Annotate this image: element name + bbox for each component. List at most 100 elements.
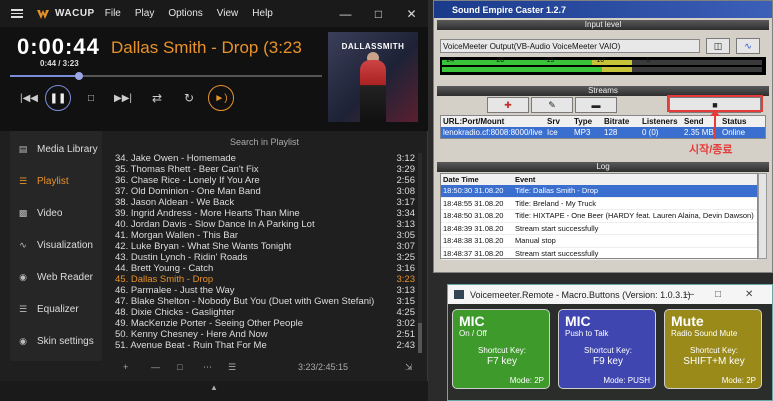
playlist-row[interactable]: 45. Dallas Smith - Drop 3:23 bbox=[115, 274, 415, 285]
playlist-panel: Search in Playlist 34. Jake Owen - Homem… bbox=[107, 135, 422, 357]
stop-icon[interactable]: □ bbox=[78, 85, 104, 111]
macro-button-name: Mute bbox=[671, 313, 704, 329]
menu-view[interactable]: View bbox=[217, 8, 239, 19]
macro-button[interactable]: Mute Radio Sound Mute Shortcut Key: SHIFT+M… bbox=[664, 309, 762, 389]
sidebar-item-skin-settings[interactable]: ◉ Skin settings bbox=[10, 325, 102, 357]
shuffle-icon[interactable]: ⇄ bbox=[144, 85, 170, 111]
scrollbar-thumb[interactable] bbox=[418, 323, 422, 353]
sidebar-item-web-reader[interactable]: ◉ Web Reader bbox=[10, 261, 102, 293]
log-row[interactable]: 18:48:50 31.08.20 Title: HIXTAPE - One Be… bbox=[441, 210, 757, 223]
seek-bar[interactable] bbox=[10, 72, 322, 80]
table-row[interactable]: lenokradio.cf:8008:8000/live Ice MP3 128… bbox=[441, 127, 765, 138]
playlist-row-duration: 3:05 bbox=[396, 230, 416, 241]
sidebar-item-video[interactable]: ▩ Video bbox=[10, 197, 102, 229]
remove-icon[interactable]: — bbox=[151, 362, 160, 372]
pause-button[interactable]: ❚❚ bbox=[45, 85, 71, 111]
wacup-window: WACUP File Play Options View Help — □ ✕ … bbox=[0, 0, 428, 401]
sidebar-item-equalizer[interactable]: ☰ Equalizer bbox=[10, 293, 102, 325]
resize-icon[interactable]: ⇲ bbox=[405, 362, 413, 373]
playlist-row[interactable]: 46. Parmalee - Just the Way 3:13 bbox=[115, 285, 415, 296]
menu-play[interactable]: Play bbox=[135, 8, 154, 19]
maximize-icon[interactable]: □ bbox=[715, 285, 721, 304]
sidebar-item-label: Playlist bbox=[37, 175, 69, 187]
playlist-row[interactable]: 44. Brett Young - Catch 3:16 bbox=[115, 263, 415, 274]
playlist-row[interactable]: 35. Thomas Rhett - Beer Can't Fix 3:29 bbox=[115, 164, 415, 175]
playlist-row-title: 42. Luke Bryan - What She Wants Tonight bbox=[115, 241, 292, 252]
volume-icon[interactable]: ►) bbox=[208, 85, 234, 111]
sidebar-item-label: Web Reader bbox=[37, 271, 93, 283]
log-scrollbar[interactable] bbox=[758, 173, 767, 259]
menu-file[interactable]: File bbox=[105, 8, 121, 19]
edit-stream-icon[interactable]: ✎ bbox=[531, 97, 573, 113]
minimize-icon[interactable]: — bbox=[684, 285, 694, 304]
log-row[interactable]: 18:48:39 31.08.20 Stream start successful… bbox=[441, 223, 757, 235]
visualization-icon: ∿ bbox=[19, 239, 27, 250]
seek-handle[interactable] bbox=[74, 72, 83, 80]
next-icon[interactable]: ▶▶| bbox=[110, 85, 136, 111]
playlist-row[interactable]: 47. Blake Shelton - Nobody But You (Duet… bbox=[115, 296, 415, 307]
playlist-scrollbar[interactable] bbox=[418, 153, 422, 353]
log-row[interactable]: 18:48:55 31.08.20 Title: Breland - My Tru… bbox=[441, 198, 757, 210]
playlist-row[interactable]: 51. Avenue Beat - Ruin That For Me 2:43 bbox=[115, 340, 415, 351]
playlist-row[interactable]: 34. Jake Owen - Homemade 3:12 bbox=[115, 153, 415, 164]
playlist-row[interactable]: 43. Dustin Lynch - Ridin' Roads 3:25 bbox=[115, 252, 415, 263]
streams-table: URL:Port/Mount Srv Type Bitrate Listener… bbox=[440, 115, 766, 139]
log-event: Title: HIXTAPE - One Beer (HARDY feat. L… bbox=[515, 211, 754, 220]
sidebar-item-visualization[interactable]: ∿ Visualization bbox=[10, 229, 102, 261]
playlist-row[interactable]: 48. Dixie Chicks - Gaslighter 4:25 bbox=[115, 307, 415, 318]
playlist-row[interactable]: 36. Chase Rice - Lonely If You Are 2:56 bbox=[115, 175, 415, 186]
playlist-row-title: 47. Blake Shelton - Nobody But You (Duet… bbox=[115, 296, 375, 307]
menu-options[interactable]: Options bbox=[168, 8, 202, 19]
hamburger-menu-icon[interactable] bbox=[6, 0, 28, 27]
macro-button-mode: Mode: 2P bbox=[721, 376, 756, 385]
col-status: Status bbox=[722, 117, 747, 126]
playlist-icon: ☰ bbox=[18, 175, 28, 186]
chevron-up-icon[interactable]: ▲ bbox=[210, 383, 218, 392]
playlist-row[interactable]: 37. Old Dominion - One Man Band 3:08 bbox=[115, 186, 415, 197]
add-icon[interactable]: + bbox=[123, 362, 128, 372]
misc-icon[interactable]: ⋯ bbox=[203, 362, 212, 373]
log-row[interactable]: 18:48:38 31.08.20 Manual stop bbox=[441, 235, 757, 248]
repeat-icon[interactable]: ↻ bbox=[176, 85, 202, 111]
skin-icon: ◉ bbox=[19, 335, 27, 346]
sidebar-item-playlist[interactable]: ☰ Playlist bbox=[10, 165, 102, 197]
log-event: Title: Breland - My Truck bbox=[515, 198, 596, 208]
caster-titlebar: Sound Empire Caster 1.2.7 bbox=[434, 1, 772, 18]
log-row[interactable]: 18:48:37 31.08.20 Stream start successful… bbox=[441, 248, 757, 260]
search-input[interactable]: Search in Playlist bbox=[107, 137, 422, 147]
log-row[interactable]: 18:50:30 31.08.20 Title: Dallas Smith - D… bbox=[441, 185, 757, 198]
input-device-select[interactable]: VoiceMeeter Output(VB-Audio VoiceMeeter … bbox=[440, 39, 700, 53]
playlist-row-title: 38. Jason Aldean - We Back bbox=[115, 197, 235, 208]
remove-stream-icon[interactable]: ▬ bbox=[575, 97, 617, 113]
playlist-row[interactable]: 38. Jason Aldean - We Back 3:17 bbox=[115, 197, 415, 208]
sidebar-item-media-library[interactable]: ▤ Media Library bbox=[10, 133, 102, 165]
playlist-row[interactable]: 40. Jordan Davis - Slow Dance In A Parki… bbox=[115, 219, 415, 230]
close-icon[interactable]: ✕ bbox=[745, 285, 753, 304]
log-datetime: 18:50:30 31.08.20 bbox=[443, 186, 504, 195]
minimize-icon[interactable]: — bbox=[329, 0, 362, 27]
list-icon[interactable]: ☰ bbox=[228, 362, 236, 373]
log-event: Stream start successfully bbox=[515, 248, 599, 258]
add-stream-icon[interactable]: ✚ bbox=[487, 97, 529, 113]
playlist-row[interactable]: 50. Kenny Chesney - Here And Now 2:51 bbox=[115, 329, 415, 340]
previous-icon[interactable]: |◀◀ bbox=[16, 85, 42, 111]
device-settings-icon[interactable]: ◫ bbox=[706, 38, 730, 54]
menu-help[interactable]: Help bbox=[252, 8, 273, 19]
playlist-row[interactable]: 42. Luke Bryan - What She Wants Tonight 3… bbox=[115, 241, 415, 252]
macro-button[interactable]: MIC Push to Talk Shortcut Key: F9 key Mode: … bbox=[558, 309, 656, 389]
shortcut-label: Shortcut Key: bbox=[689, 346, 739, 355]
select-icon[interactable]: □ bbox=[177, 362, 182, 372]
macro-button[interactable]: MIC On / Off Shortcut Key: F7 key Mode: 2P bbox=[452, 309, 550, 389]
playlist-row-title: 37. Old Dominion - One Man Band bbox=[115, 186, 261, 197]
close-icon[interactable]: ✕ bbox=[395, 0, 428, 27]
playlist-row[interactable]: 41. Morgan Wallen - This Bar 3:05 bbox=[115, 230, 415, 241]
shortcut-key: SHIFT+M key bbox=[683, 356, 745, 367]
maximize-icon[interactable]: □ bbox=[362, 0, 395, 27]
shortcut-key: F7 key bbox=[486, 356, 517, 367]
playlist-row-duration: 3:23 bbox=[396, 274, 416, 285]
playlist-row[interactable]: 49. MacKenzie Porter - Seeing Other Peop… bbox=[115, 318, 415, 329]
playlist-row-title: 50. Kenny Chesney - Here And Now bbox=[115, 329, 268, 340]
playlist-row[interactable]: 39. Ingrid Andress - More Hearts Than Mi… bbox=[115, 208, 415, 219]
playlist-row-duration: 3:08 bbox=[396, 186, 416, 197]
mixer-icon[interactable]: ∿ bbox=[736, 38, 760, 54]
